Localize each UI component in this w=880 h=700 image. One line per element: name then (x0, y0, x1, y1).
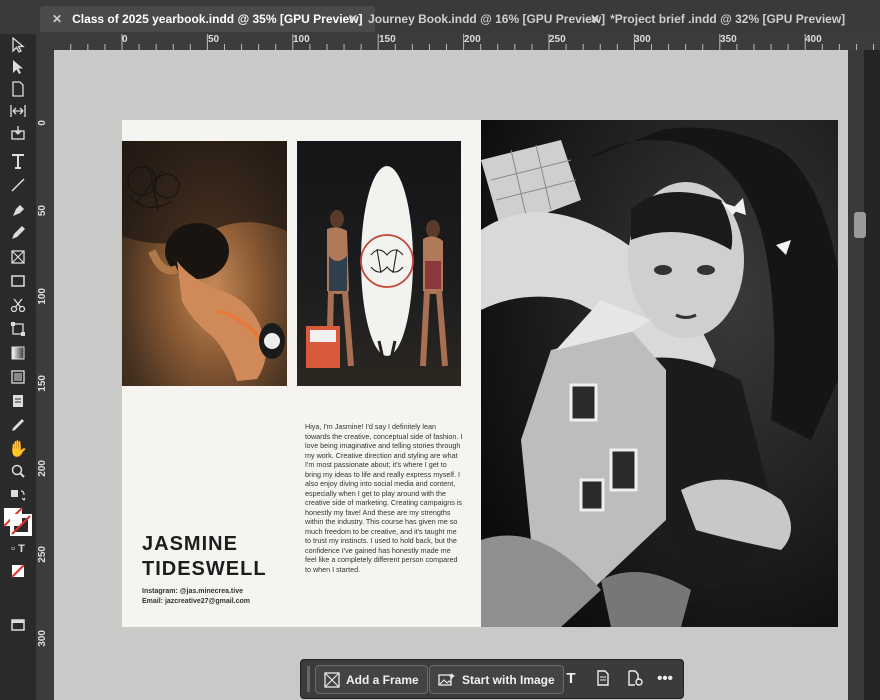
beach-portrait-image (122, 141, 287, 381)
page-tool-icon[interactable] (5, 78, 31, 100)
text-icon[interactable]: T (561, 668, 581, 688)
rectangle-frame-icon[interactable] (5, 246, 31, 268)
fill-stroke-swatch-icon[interactable] (2, 506, 32, 536)
close-tab-icon[interactable]: ✕ (590, 12, 600, 26)
more-options-icon[interactable]: ••• (655, 668, 675, 688)
start-with-image-label: Start with Image (462, 672, 555, 687)
frame-icon (324, 671, 340, 688)
contact-info[interactable]: Instagram: @jas.minecrea.tive Email: jaz… (142, 587, 250, 607)
surfboard-group-image (297, 166, 461, 386)
right-page-photo-frame[interactable] (481, 120, 838, 627)
horizontal-ruler[interactable]: 0 50 100 150 200 250 300 350 400 (54, 34, 880, 51)
line-tool-icon[interactable] (5, 174, 31, 196)
direct-selection-icon[interactable] (5, 56, 31, 78)
ruler-label: 350 (720, 34, 737, 45)
ruler-label: 150 (37, 375, 48, 392)
add-frame-label: Add a Frame (346, 672, 419, 687)
document-icon[interactable] (593, 668, 613, 688)
ruler-label: 0 (122, 34, 128, 45)
gap-tool-icon[interactable] (5, 100, 31, 122)
ruler-label: 400 (805, 34, 822, 45)
ruler-label: 100 (37, 288, 48, 305)
ruler-label: 100 (293, 34, 310, 45)
ruler-label: 50 (208, 34, 220, 45)
bio-text[interactable]: Hiya, I'm Jasmine! I'd say I definitely … (305, 422, 463, 574)
dollhouse-portrait-image (481, 120, 838, 627)
drag-handle[interactable] (307, 666, 310, 692)
add-frame-button[interactable]: Add a Frame (315, 665, 428, 694)
pencil-tool-icon[interactable] (5, 222, 31, 244)
photo-frame-beach-portrait[interactable] (122, 141, 287, 386)
scrollbar-thumb[interactable] (854, 212, 866, 238)
tab-project-brief[interactable]: ✕ *Project brief .indd @ 32% [GPU Previe… (578, 6, 857, 32)
hand-tool-icon[interactable]: ✋ (5, 438, 31, 460)
rectangle-tool-icon[interactable] (5, 270, 31, 292)
ruler-label: 150 (379, 34, 396, 45)
student-name[interactable]: JASMINE TIDESWELL (142, 532, 267, 582)
photo-frame-surfboard-group[interactable] (297, 141, 461, 386)
ruler-label: 50 (37, 205, 48, 217)
instagram-handle: Instagram: @jas.minecrea.tive (142, 588, 243, 595)
image-generate-icon (438, 672, 455, 686)
vertical-ruler[interactable]: 0 50 100 150 200 250 300 (36, 50, 55, 700)
scissors-icon[interactable] (5, 294, 31, 316)
content-collector-icon[interactable] (5, 122, 31, 144)
tab-class-of-2025-yearbook[interactable]: ✕ Class of 2025 yearbook.indd @ 35% [GPU… (40, 6, 375, 32)
ruler-label: 0 (37, 120, 48, 126)
type-tool-icon[interactable] (5, 150, 31, 172)
tab-journey-book[interactable]: ✕ Journey Book.indd @ 16% [GPU Preview] (336, 6, 617, 32)
zoom-tool-icon[interactable] (5, 460, 31, 482)
note-tool-icon[interactable] (5, 390, 31, 412)
ruler-label: 200 (37, 460, 48, 477)
tab-label: Class of 2025 yearbook.indd @ 35% [GPU P… (72, 12, 363, 26)
student-first-name: JASMINE (142, 533, 238, 555)
ruler-label: 250 (549, 34, 566, 45)
contextual-task-bar: Add a Frame Start with Image T ••• (300, 659, 684, 699)
tab-label: Journey Book.indd @ 16% [GPU Preview] (368, 12, 606, 26)
apply-none-icon[interactable] (5, 560, 31, 582)
gradient-swatch-icon[interactable] (5, 342, 31, 364)
ruler-origin[interactable] (36, 34, 55, 51)
tab-label: *Project brief .indd @ 32% [GPU Preview] (610, 12, 846, 26)
eyedropper-icon[interactable] (5, 414, 31, 436)
student-last-name: TIDESWELL (142, 558, 267, 580)
document-settings-icon[interactable] (625, 668, 645, 688)
ruler-label: 200 (464, 34, 481, 45)
close-tab-icon[interactable]: ✕ (52, 12, 62, 26)
selection-icon[interactable] (5, 34, 31, 56)
free-transform-icon[interactable] (5, 318, 31, 340)
vertical-scrollbar[interactable] (864, 50, 880, 700)
ruler-label: 250 (37, 546, 48, 563)
ruler-label: 300 (634, 34, 651, 45)
pen-tool-icon[interactable] (5, 200, 31, 222)
email-address: Email: jazcreative27@gmail.com (142, 598, 250, 605)
start-with-image-button[interactable]: Start with Image (429, 665, 564, 694)
close-tab-icon[interactable]: ✕ (348, 12, 358, 26)
ruler-label: 300 (37, 630, 48, 647)
gradient-feather-icon[interactable] (5, 366, 31, 388)
document-tab-bar: ✕ Class of 2025 yearbook.indd @ 35% [GPU… (0, 0, 880, 35)
formatting-container-icon[interactable]: ▫ T (5, 538, 31, 560)
swap-fill-stroke-icon[interactable] (5, 484, 31, 506)
screen-mode-icon[interactable] (5, 614, 31, 636)
